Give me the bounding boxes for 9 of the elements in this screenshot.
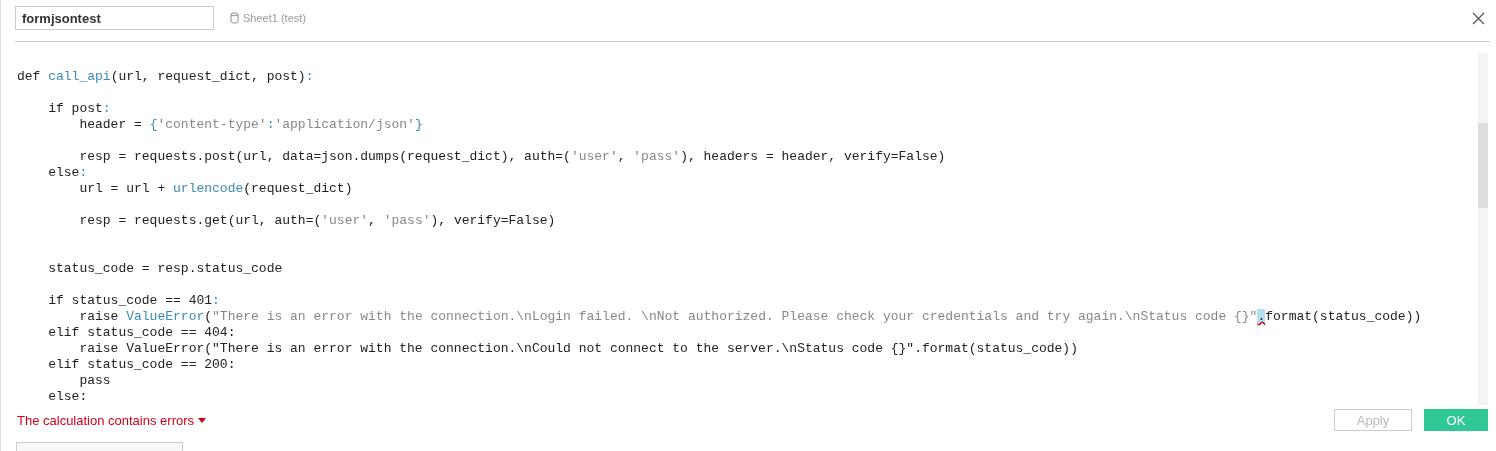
caret-icon[interactable] <box>198 417 207 423</box>
name-field[interactable]: formjsontest <box>15 6 214 30</box>
scrollbar-thumb[interactable] <box>1478 123 1488 208</box>
error-message[interactable]: The calculation contains errors <box>17 412 195 428</box>
data-source-label: Sheet1 (test) <box>243 12 306 24</box>
close-icon[interactable] <box>1472 11 1485 25</box>
code-editor[interactable]: def call_api(url, request_dict, post): if post: header = {'content-type':'application/json'} resp = requests.post(url, data=json.dumps(request_dict), auth=('user', 'pass'), headers = header, verify=False) else: url = url + urlencode(request_dict) resp = requests.get(url, auth=('user', 'pass'), verify=False) status_code = resp.status_code if status_code == 401: raise ValueError("There is an error with the connection.\nLogin failed. \nNot authorized. Please check your credentials and try again.\nStatus code {}".format(status_code)) elif status_code == 404: raise ValueError("There is an error with the connection.\nCould not connect to the server.\nStatus code {}".format(status_code)) elif status_code == 200: pass else: <box>1 53 1478 405</box>
database-icon <box>230 12 239 24</box>
scrollbar[interactable] <box>1478 53 1488 405</box>
